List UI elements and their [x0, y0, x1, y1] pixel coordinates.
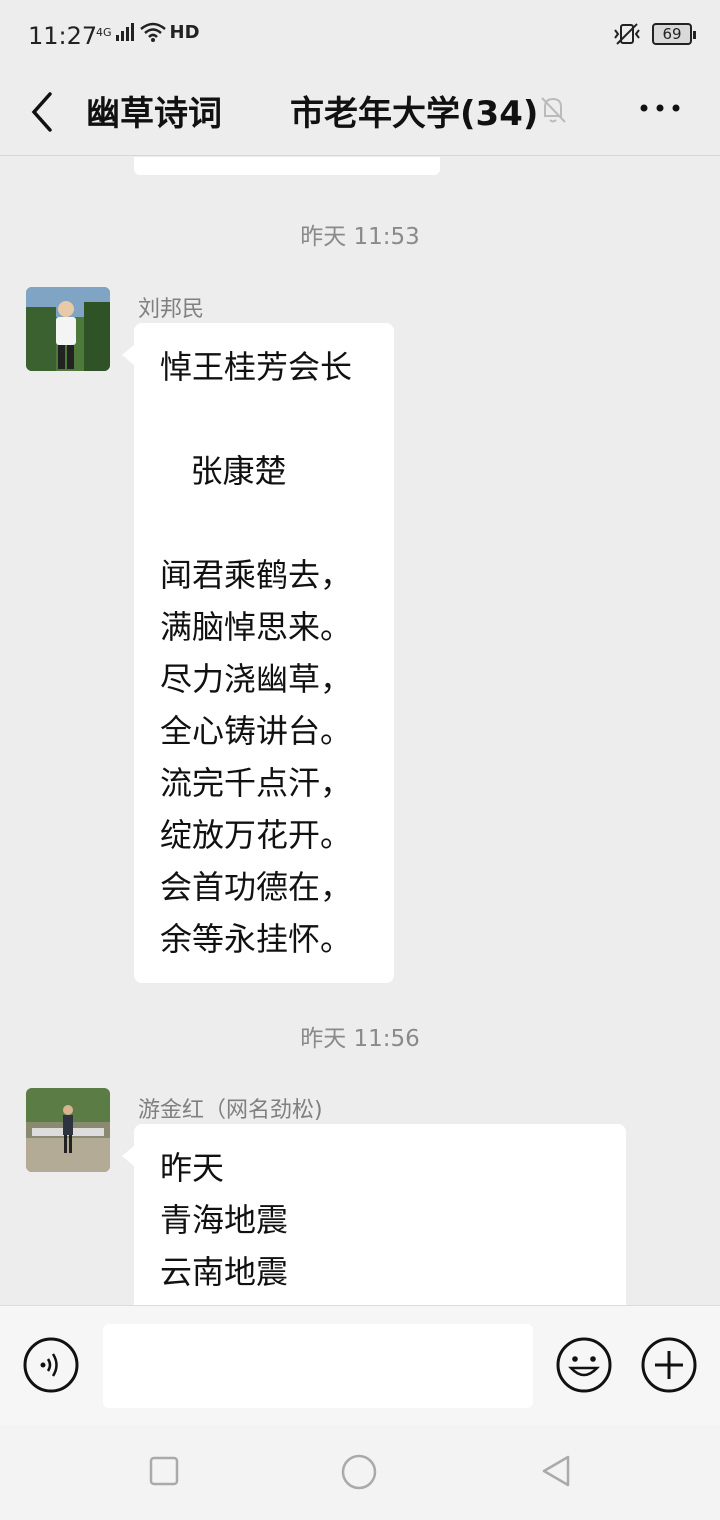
- message-bubble[interactable]: 悼王桂芳会长 张康楚 闻君乘鹤去， 满脑悼思来。 尽力浇幽草， 全心铸讲台。 流…: [122, 323, 394, 983]
- avatar-photo: [26, 1088, 110, 1172]
- message-line: 全心铸讲台。: [160, 712, 353, 750]
- message-line: 闻君乘鹤去，: [160, 556, 353, 594]
- status-signal-group: 4G HD: [96, 22, 200, 42]
- message-timestamp: 昨天 11:56: [300, 1026, 420, 1052]
- message-line: 会首功德在，: [160, 868, 353, 906]
- message-line: 云南地震: [160, 1253, 289, 1291]
- battery-indicator: 69: [652, 23, 696, 45]
- wifi-icon: [139, 22, 166, 42]
- message-timestamp: 昨天 11:53: [300, 224, 420, 250]
- system-nav-bar: [0, 1425, 720, 1520]
- message-line: 绽放万花开。: [160, 816, 353, 854]
- input-bar: [0, 1305, 720, 1425]
- recent-apps-icon[interactable]: [148, 1455, 180, 1487]
- message-list[interactable]: 昨天 11:53 刘邦民 悼王桂芳会长 张康楚 闻君乘鹤去， 满脑悼思来。 尽力…: [0, 157, 720, 1305]
- status-time: 11:27: [28, 22, 98, 50]
- back-arrow-icon[interactable]: [26, 86, 58, 138]
- emoji-icon[interactable]: [555, 1336, 613, 1394]
- chat-title[interactable]: 市老年大学(34): [290, 86, 538, 135]
- plus-icon[interactable]: [640, 1336, 698, 1394]
- chat-header: 幽草诗词 市老年大学(34): [0, 72, 720, 156]
- message-line: 流完千点汗，: [160, 764, 353, 802]
- message-line: 张康楚: [160, 452, 287, 490]
- mute-bell-icon: [541, 97, 566, 123]
- vibrate-mute-icon: [614, 23, 640, 45]
- avatar[interactable]: [26, 287, 110, 371]
- message-line: 青海地震: [160, 1201, 289, 1239]
- sender-name: 游金红（网名劲松): [138, 1098, 323, 1123]
- voice-icon[interactable]: [22, 1336, 80, 1394]
- header-group-name: 幽草诗词: [86, 94, 222, 134]
- hd-label: HD: [169, 21, 200, 43]
- more-dots-icon[interactable]: [636, 88, 688, 128]
- message-line: 满脑悼思来。: [160, 608, 353, 646]
- status-right-group: 69: [612, 22, 696, 46]
- message-line: 昨天: [160, 1149, 225, 1187]
- home-icon[interactable]: [340, 1453, 378, 1491]
- message-line: [160, 393, 368, 445]
- message-bubble[interactable]: 昨天 青海地震 云南地震: [122, 1124, 626, 1305]
- status-bar: 11:27 4G HD 69: [0, 0, 720, 72]
- message-line: [160, 497, 368, 549]
- message-line: 尽力浇幽草，: [160, 660, 353, 698]
- network-type: 4G: [96, 25, 112, 39]
- message-bubble-partial[interactable]: [134, 157, 440, 175]
- sender-name: 刘邦民: [138, 297, 205, 322]
- signal-icon: [115, 23, 134, 41]
- message-input[interactable]: [103, 1324, 533, 1408]
- message-line: 悼王桂芳会长: [160, 348, 353, 386]
- avatar-photo: [26, 287, 110, 371]
- nav-back-icon[interactable]: [538, 1453, 574, 1489]
- avatar[interactable]: [26, 1088, 110, 1172]
- message-line: 余等永挂怀。: [160, 920, 353, 958]
